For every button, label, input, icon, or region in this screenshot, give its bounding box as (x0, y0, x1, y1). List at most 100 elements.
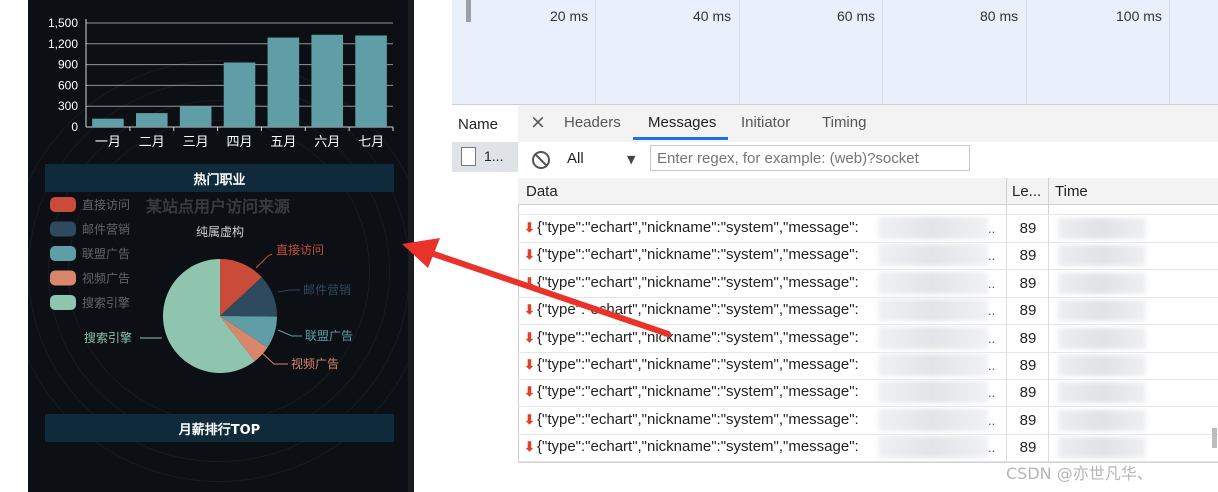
dropdown-caret-icon[interactable]: ▼ (627, 153, 635, 166)
timeline-gridline (1026, 0, 1027, 104)
download-arrow-icon: ⬇ (524, 411, 535, 427)
message-row[interactable]: ⬇ {"type":"echart","nickname":"system","m… (518, 352, 1218, 380)
request-row[interactable]: 1... (452, 142, 518, 172)
message-length: 89 (1006, 297, 1049, 325)
tab-timing[interactable]: Timing (822, 114, 866, 131)
timeline-left-handle[interactable] (466, 0, 471, 22)
legend-swatch[interactable] (50, 246, 76, 261)
message-text: {"type":"echart","nickname":"system","me… (537, 438, 859, 456)
request-name: 1... (484, 148, 504, 164)
message-row[interactable]: ⬇ {"type":"echart","nickname":"system","m… (518, 324, 1218, 353)
redacted-time (1058, 355, 1146, 376)
pie-leader-line (260, 351, 288, 365)
timeline-gridline (595, 0, 596, 104)
cell-divider (1048, 434, 1049, 462)
legend-label[interactable]: 邮件营销 (82, 223, 130, 237)
download-arrow-icon: ⬇ (524, 302, 535, 318)
bar[interactable] (223, 62, 256, 127)
timeline-gridline (882, 0, 883, 104)
bar-chart: 0 300 600 900 1,200 1,500 一月 二月 三月 四月 五月 六月 七月 (48, 16, 394, 150)
download-arrow-icon: ⬇ (524, 274, 535, 290)
legend-label[interactable]: 直接访问 (82, 197, 130, 212)
bar[interactable] (135, 113, 168, 127)
pie-title: 某站点用户访问来源 (145, 197, 290, 216)
message-row[interactable]: ⬇ {"type":"echart","nickname":"system","m… (518, 406, 1218, 435)
message-length: 89 (1006, 406, 1049, 434)
legend-swatch[interactable] (50, 295, 76, 310)
tab-bar (518, 104, 1218, 143)
section-salary-top: 月薪排行TOP (45, 414, 394, 442)
message-text: {"type":"echart","nickname":"system","me… (537, 328, 859, 346)
timeline-label: 20 ms (550, 8, 589, 24)
active-tab-underline (633, 137, 728, 140)
ellipsis: .. (988, 385, 996, 401)
y-tick-label: 900 (58, 58, 78, 72)
name-header[interactable]: Name (458, 116, 498, 133)
message-length: 89 (1006, 434, 1049, 462)
pie-label: 邮件营销 (303, 283, 351, 297)
tab-messages[interactable]: Messages (648, 114, 716, 131)
pie-label: 联盟广告 (305, 329, 353, 343)
section-hot-jobs: 热门职业 (45, 164, 394, 192)
pie-subtitle: 纯属虚构 (196, 224, 244, 239)
bar[interactable] (355, 35, 387, 128)
x-tick-label: 七月 (358, 135, 384, 150)
pie-leader-line (277, 289, 300, 293)
column-length[interactable]: Le... (1012, 183, 1041, 200)
message-text: {"type":"echart","nickname":"system","me… (537, 383, 859, 401)
message-row[interactable]: ⬇ {"type":"echart","nickname":"system","m… (518, 434, 1218, 463)
pie-label: 直接访问 (276, 242, 324, 257)
scrollbar-thumb[interactable] (1212, 428, 1217, 448)
y-tick-label: 0 (71, 120, 78, 134)
bar[interactable] (92, 118, 124, 127)
message-length: 89 (1006, 324, 1049, 352)
redacted-time (1058, 245, 1146, 267)
devtools-panel: 20 ms 40 ms 60 ms 80 ms 100 ms Name 1...… (452, 0, 1218, 492)
redacted-content (878, 271, 988, 294)
y-tick-label: 1,200 (48, 37, 78, 51)
message-row[interactable]: ⬇ {"type":"echart","nickname":"system","m… (518, 215, 1218, 243)
left-margin (0, 0, 28, 492)
bar[interactable] (179, 106, 212, 127)
redacted-content (878, 217, 988, 239)
bar[interactable] (267, 37, 300, 128)
ellipsis: .. (988, 303, 996, 319)
message-row[interactable]: ⬇ {"type":"echart","nickname":"system","m… (518, 297, 1218, 326)
pie-label: 视频广告 (291, 356, 339, 371)
message-row[interactable]: ⬇ {"type":"echart","nickname":"system","m… (518, 269, 1218, 298)
download-arrow-icon: ⬇ (524, 247, 535, 263)
filter-input[interactable] (650, 145, 970, 171)
redacted-time (1058, 437, 1146, 459)
filter-select[interactable]: All (567, 150, 584, 167)
column-time[interactable]: Time (1055, 183, 1088, 200)
message-row[interactable]: ⬇ {"type":"echart","nickname":"system","m… (518, 242, 1218, 271)
download-arrow-icon: ⬇ (524, 220, 535, 235)
tab-headers[interactable]: Headers (564, 114, 621, 131)
close-icon[interactable]: × (530, 111, 546, 133)
pie-chart: 某站点用户访问来源纯属虚构直接访问邮件营销联盟广告视频广告搜索引擎直接访问邮件营… (50, 197, 353, 373)
tab-initiator[interactable]: Initiator (741, 114, 790, 131)
redacted-content (878, 354, 988, 376)
pie-leader-line (255, 253, 273, 269)
block-icon[interactable] (532, 151, 550, 169)
pie-label: 搜索引擎 (84, 330, 132, 345)
message-length: 89 (1006, 242, 1049, 270)
column-data[interactable]: Data (526, 183, 558, 200)
x-tick-label: 六月 (314, 135, 340, 150)
message-row[interactable]: ⬇ {"type":"echart","nickname":"system","m… (518, 379, 1218, 408)
legend-label[interactable]: 搜索引擎 (82, 295, 130, 310)
column-header-row (518, 178, 1218, 205)
message-text: {"type":"echart","nickname":"system","me… (537, 219, 859, 236)
x-tick-label: 二月 (139, 135, 165, 150)
cell-divider (1048, 297, 1049, 325)
y-tick-label: 1,500 (48, 16, 78, 30)
x-tick-label: 四月 (226, 135, 252, 150)
legend-swatch[interactable] (50, 197, 76, 212)
legend-label[interactable]: 视频广告 (82, 271, 130, 286)
bar[interactable] (311, 34, 344, 127)
legend-label[interactable]: 联盟广告 (82, 247, 130, 261)
legend-swatch[interactable] (50, 270, 76, 286)
redacted-time (1058, 218, 1146, 239)
timeline-label: 80 ms (980, 8, 1019, 24)
legend-swatch[interactable] (50, 221, 76, 237)
